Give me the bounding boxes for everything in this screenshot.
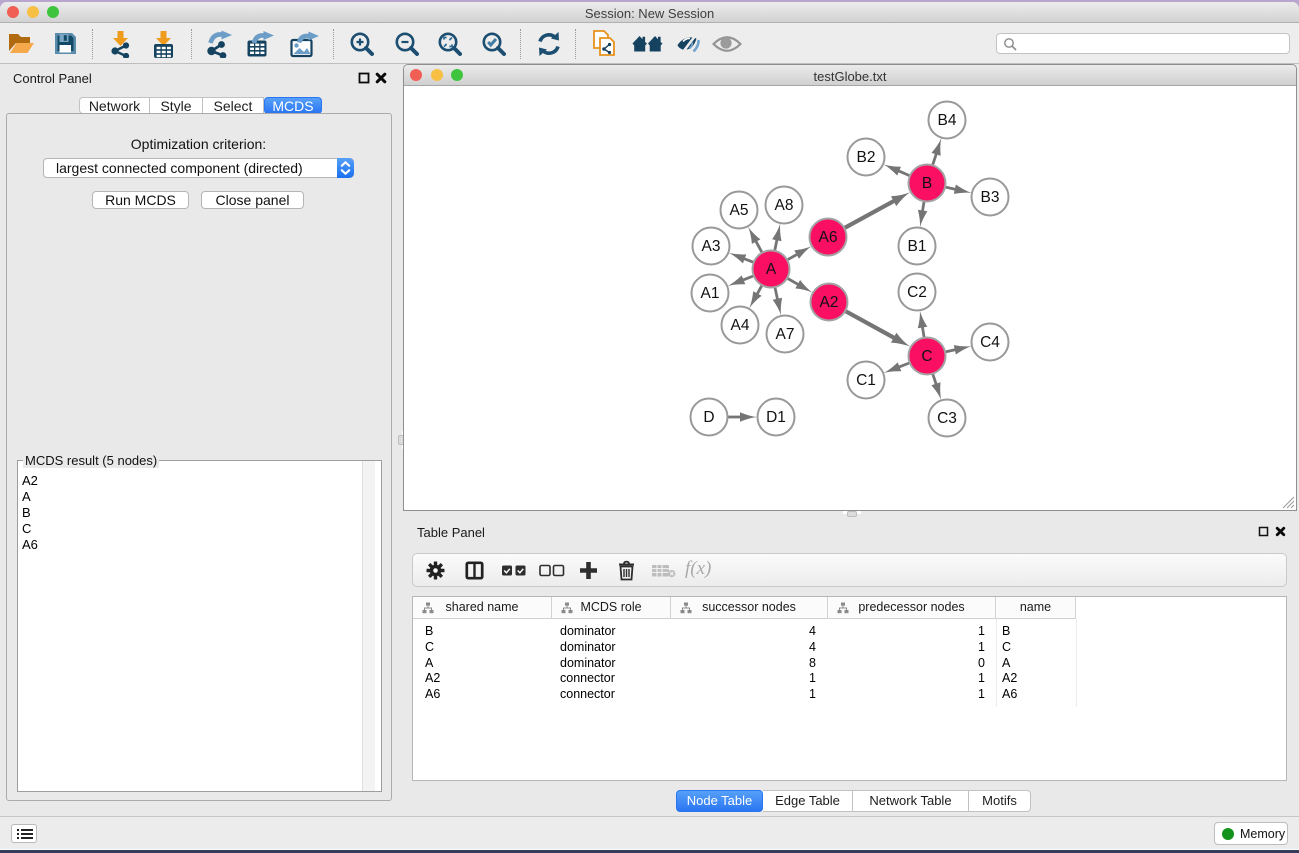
svg-text:B2: B2 xyxy=(857,149,876,166)
svg-text:C4: C4 xyxy=(980,334,1000,351)
svg-text:C3: C3 xyxy=(937,410,957,427)
svg-text:A1: A1 xyxy=(701,285,720,302)
svg-text:A6: A6 xyxy=(819,229,838,246)
svg-text:B4: B4 xyxy=(938,112,957,129)
svg-text:A4: A4 xyxy=(731,317,750,334)
svg-text:A7: A7 xyxy=(776,326,795,343)
svg-text:A8: A8 xyxy=(775,197,794,214)
svg-text:C: C xyxy=(921,348,932,365)
svg-text:B: B xyxy=(922,175,932,192)
svg-text:D: D xyxy=(703,409,714,426)
svg-text:C1: C1 xyxy=(856,372,876,389)
svg-text:D1: D1 xyxy=(766,409,786,426)
svg-text:A: A xyxy=(766,261,777,278)
svg-text:B3: B3 xyxy=(981,189,1000,206)
svg-text:C2: C2 xyxy=(907,284,927,301)
svg-text:A3: A3 xyxy=(702,238,721,255)
svg-text:A2: A2 xyxy=(820,294,839,311)
svg-text:B1: B1 xyxy=(908,238,927,255)
svg-text:A5: A5 xyxy=(730,202,749,219)
